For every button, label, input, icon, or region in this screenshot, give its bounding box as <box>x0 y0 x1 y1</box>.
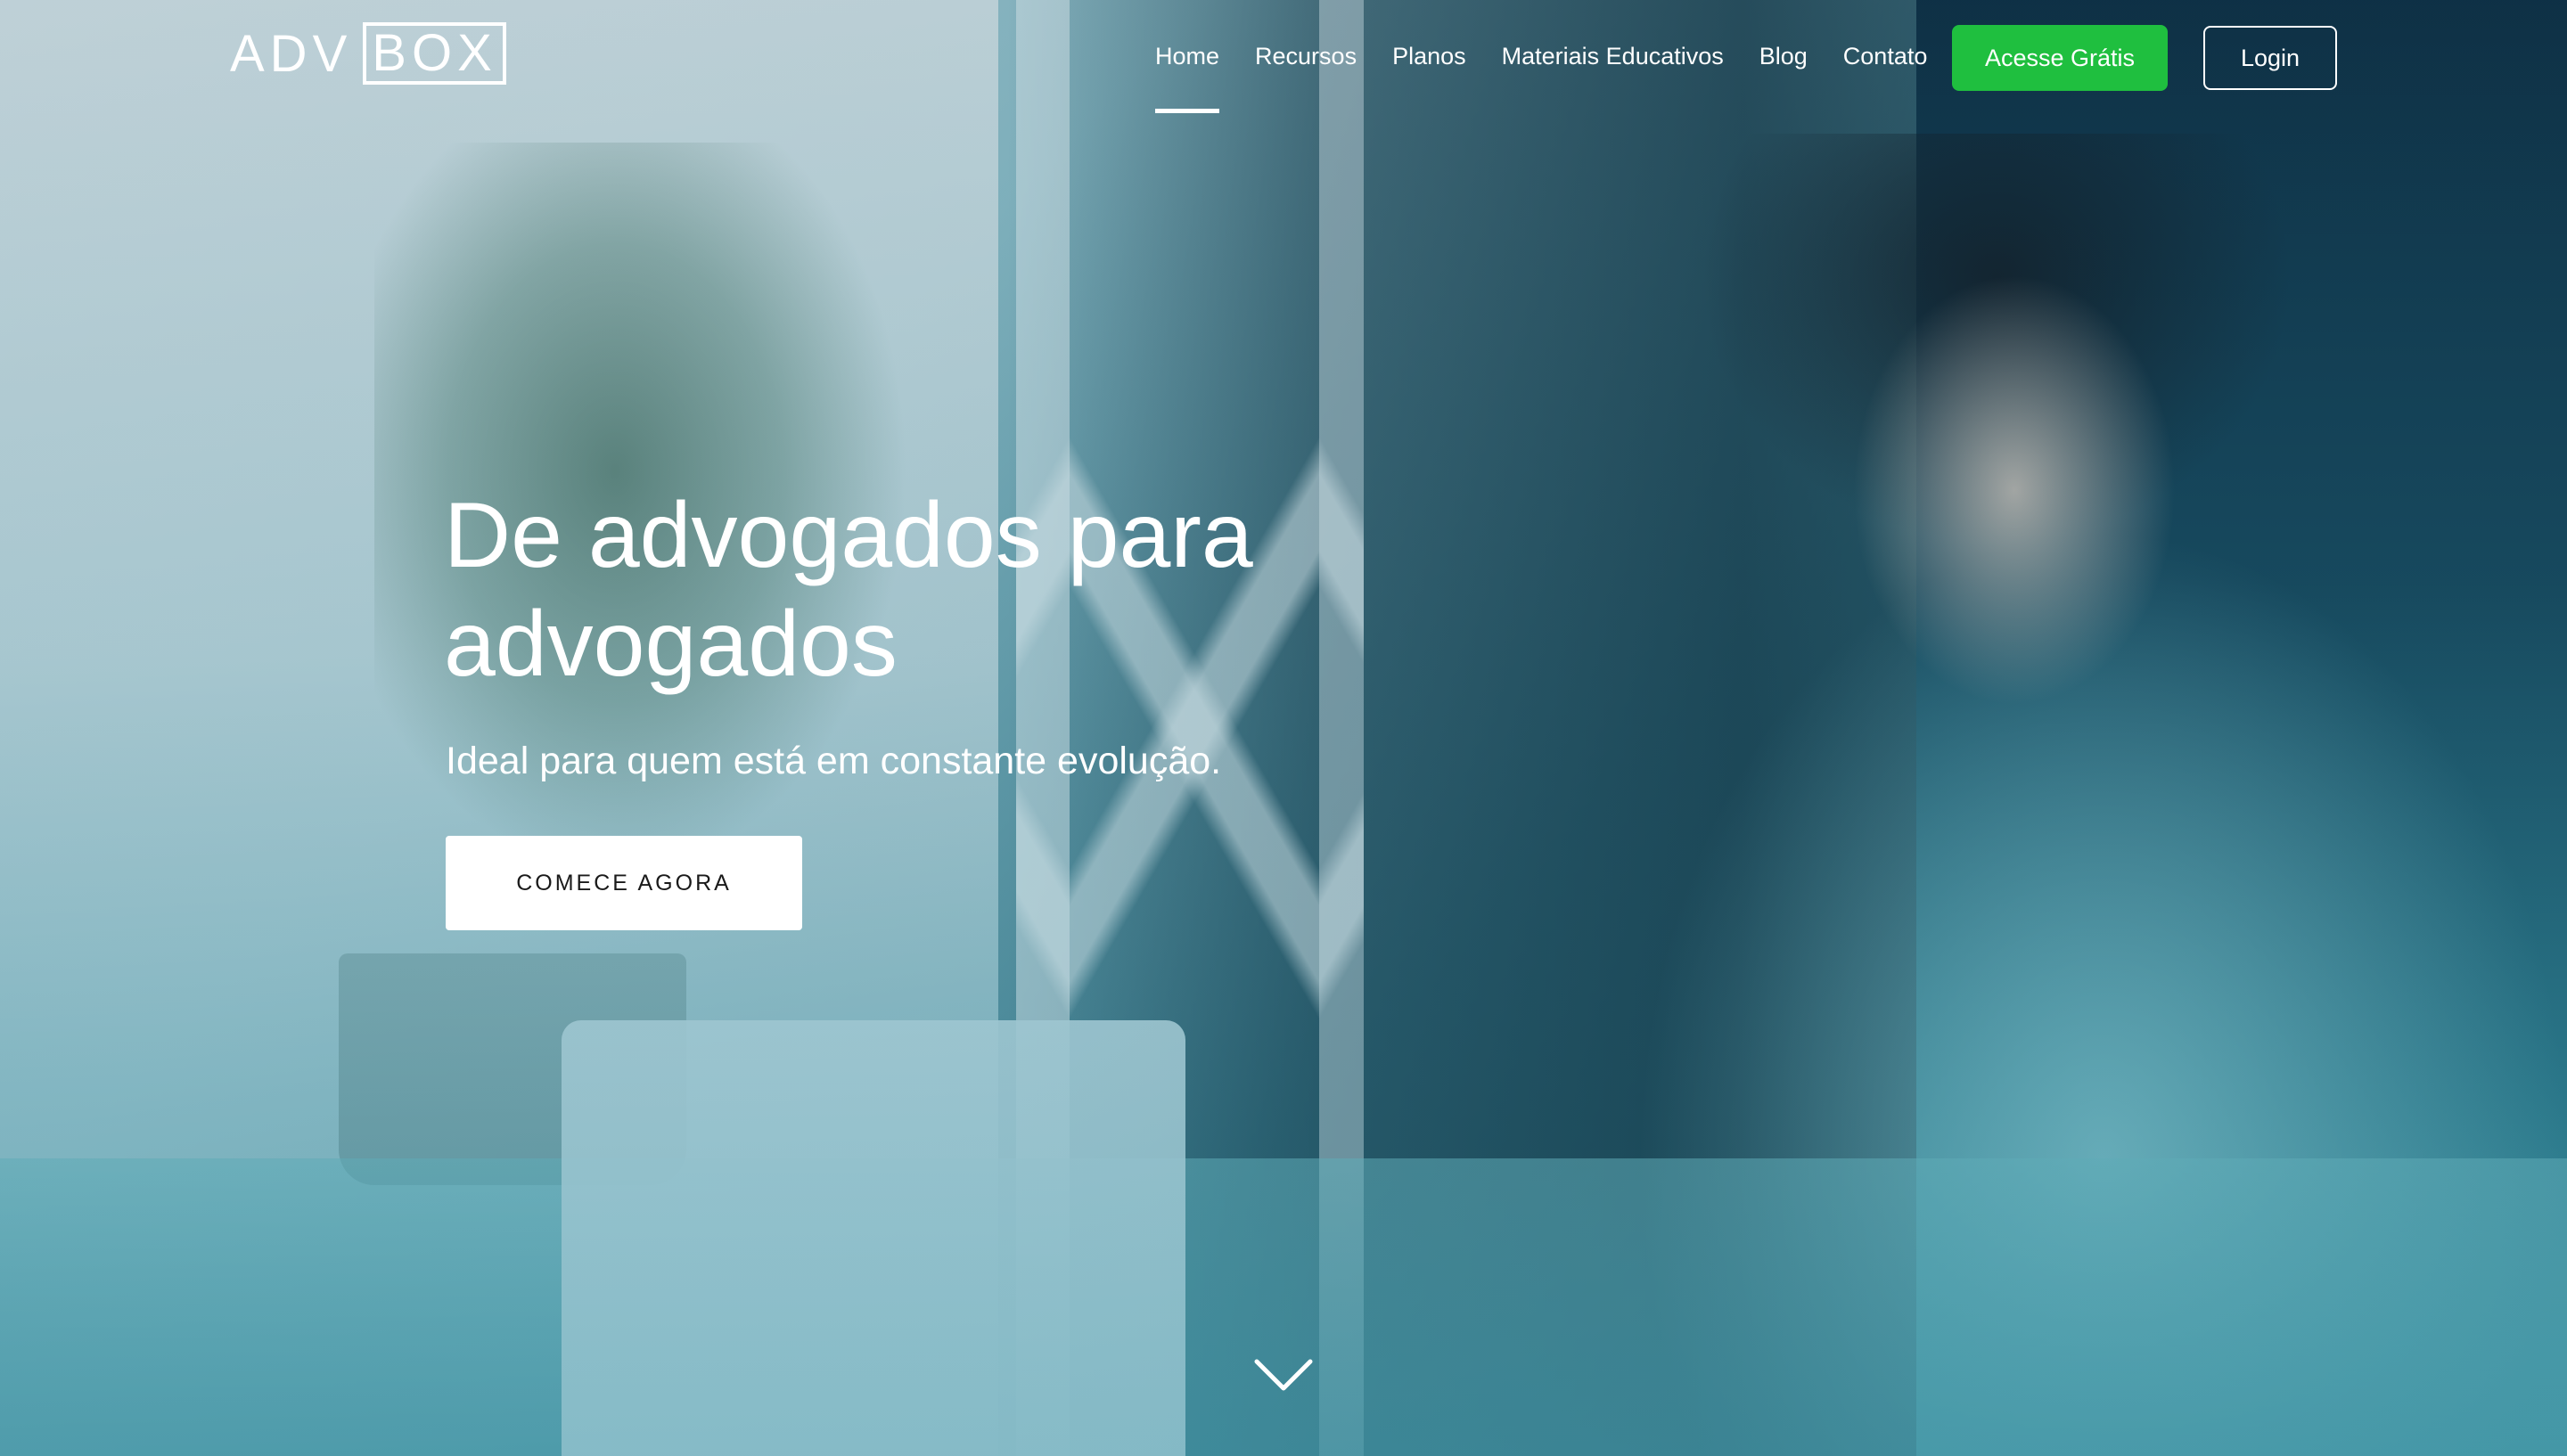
nav-item-recursos[interactable]: Recursos <box>1255 43 1357 70</box>
logo-part-adv: ADV <box>230 24 353 83</box>
background-window <box>0 0 998 1456</box>
hero-subheadline: Ideal para quem está em constante evoluç… <box>446 740 1222 782</box>
main-nav: Home Recursos Planos Materiais Educativo… <box>1155 36 1963 113</box>
chevron-down-icon[interactable] <box>1251 1356 1316 1395</box>
nav-item-planos[interactable]: Planos <box>1392 43 1466 70</box>
color-overlay <box>0 0 2567 1456</box>
nav-item-home[interactable]: Home <box>1155 43 1220 113</box>
background-woman-photo <box>1462 134 2567 1456</box>
background-bookshelf <box>1007 0 2059 1456</box>
comece-agora-button[interactable]: COMECE AGORA <box>446 836 802 930</box>
background-shelf-frame <box>1016 0 1364 1456</box>
background-laptop <box>562 1020 1185 1456</box>
site-header: ADV BOX Home Recursos Planos Materiais E… <box>0 0 2567 116</box>
background-desk <box>0 1158 2567 1456</box>
nav-item-contato[interactable]: Contato <box>1843 43 1928 70</box>
background-dark-area <box>1916 0 2567 1456</box>
logo-part-box: BOX <box>363 22 506 85</box>
hero-section: ADV BOX Home Recursos Planos Materiais E… <box>0 0 2567 1456</box>
advbox-logo[interactable]: ADV BOX <box>230 21 506 86</box>
hero-headline: De advogados para advogados <box>444 484 1253 696</box>
background-pot <box>339 953 686 1185</box>
acesse-gratis-button[interactable]: Acesse Grátis <box>1952 25 2168 91</box>
nav-item-blog[interactable]: Blog <box>1759 43 1808 70</box>
nav-item-materiais-educativos[interactable]: Materiais Educativos <box>1502 43 1724 70</box>
login-button[interactable]: Login <box>2203 26 2337 90</box>
